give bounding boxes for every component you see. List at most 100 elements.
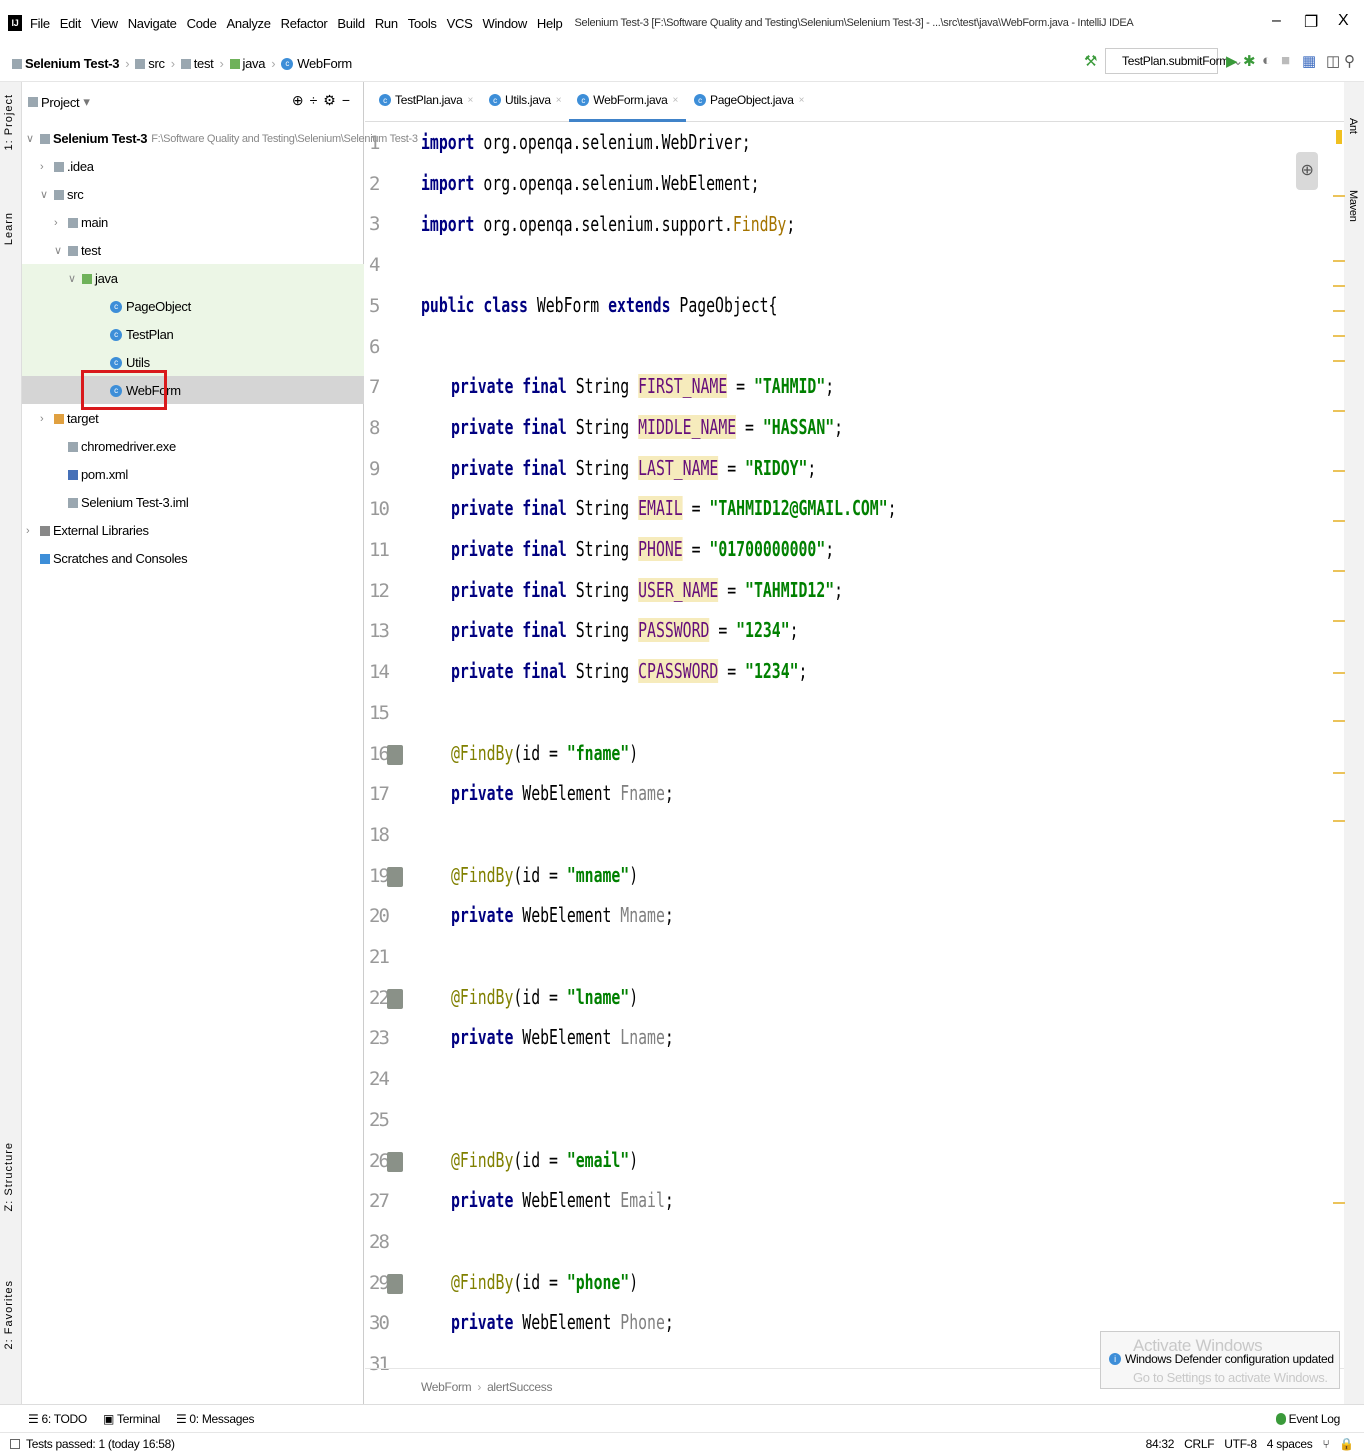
tree-item-src[interactable]: ∨ src	[40, 182, 84, 208]
tests-status[interactable]: Tests passed: 1 (today 16:58)	[26, 1437, 175, 1451]
menu-navigate[interactable]: Navigate	[128, 16, 177, 31]
expand-arrow-icon[interactable]: ∨	[40, 182, 54, 208]
close-icon[interactable]: ×	[556, 95, 562, 106]
todo-tool-button[interactable]: ☰ 6: TODO	[28, 1412, 87, 1426]
nav-crumb-project[interactable]: Selenium Test-3	[12, 56, 120, 71]
reader-mode-icon[interactable]: ⊕	[1296, 152, 1318, 190]
error-stripe-marker[interactable]	[1333, 285, 1345, 287]
line-number[interactable]: 23	[369, 1027, 409, 1049]
tree-item-testplan[interactable]: c TestPlan	[96, 322, 174, 348]
close-icon[interactable]: ×	[799, 95, 805, 106]
line-number[interactable]: 9	[369, 458, 409, 480]
error-stripe-marker[interactable]	[1333, 360, 1345, 362]
file-encoding[interactable]: UTF-8	[1224, 1437, 1257, 1451]
event-log-button[interactable]: Event Log	[1275, 1412, 1340, 1426]
coverage-icon[interactable]: ◐	[1262, 52, 1271, 69]
tab-pageobject[interactable]: c PageObject.java ×	[686, 82, 812, 122]
line-number[interactable]: 10	[369, 498, 409, 520]
menu-refactor[interactable]: Refactor	[281, 16, 328, 31]
maximize-button[interactable]: ❐	[1304, 12, 1318, 32]
search-everywhere-icon[interactable]: ⚲	[1344, 52, 1355, 70]
implemented-marker-icon[interactable]	[387, 866, 403, 887]
error-stripe-marker[interactable]	[1333, 772, 1345, 774]
indent-setting[interactable]: 4 spaces	[1267, 1437, 1313, 1451]
learn-tool-tab[interactable]: Learn	[3, 212, 15, 245]
stop-icon[interactable]: ■	[1281, 52, 1290, 69]
project-panel-tools[interactable]: ⊕÷⚙−	[292, 92, 356, 109]
menu-window[interactable]: Window	[482, 16, 527, 31]
error-stripe-marker[interactable]	[1333, 410, 1345, 412]
line-separator[interactable]: CRLF	[1184, 1437, 1214, 1451]
structure-tool-tab[interactable]: Z: Structure	[3, 1142, 15, 1211]
line-number[interactable]: 12	[369, 580, 409, 602]
line-number[interactable]: 20	[369, 905, 409, 927]
error-stripe-marker[interactable]	[1333, 620, 1345, 622]
run-icon[interactable]: ▶	[1226, 52, 1238, 70]
line-number[interactable]: 3	[369, 213, 409, 235]
line-number[interactable]: 13	[369, 620, 409, 642]
line-number[interactable]: 11	[369, 539, 409, 561]
layout-icon[interactable]: ◫	[1326, 52, 1340, 70]
error-stripe-marker[interactable]	[1333, 672, 1345, 674]
tree-item-external-libraries[interactable]: › External Libraries	[26, 518, 149, 544]
close-button[interactable]: X	[1338, 12, 1349, 30]
project-tool-tab[interactable]: 1: Project	[3, 94, 15, 150]
breadcrumb-class[interactable]: WebForm	[421, 1380, 472, 1394]
expand-arrow-icon[interactable]: ›	[54, 210, 68, 236]
close-icon[interactable]: ×	[672, 95, 678, 106]
line-number[interactable]: 6	[369, 336, 409, 358]
expand-arrow-icon[interactable]: ∨	[26, 126, 40, 152]
tree-item-scratches-and-consoles[interactable]: Scratches and Consoles	[26, 546, 188, 572]
nav-crumb-java[interactable]: java	[229, 56, 265, 71]
line-number[interactable]: 28	[369, 1231, 409, 1253]
implemented-marker-icon[interactable]	[387, 1151, 403, 1172]
nav-crumb-src[interactable]: src	[135, 56, 165, 71]
warning-marker[interactable]	[1336, 130, 1342, 144]
line-number[interactable]: 7	[369, 376, 409, 398]
favorites-tool-tab[interactable]: 2: Favorites	[3, 1280, 15, 1349]
menu-help[interactable]: Help	[537, 16, 563, 31]
line-number[interactable]: 18	[369, 824, 409, 846]
tree-item-java[interactable]: ∨ java	[68, 266, 118, 292]
expand-arrow-icon[interactable]: ›	[40, 406, 54, 432]
implemented-marker-icon[interactable]	[387, 1273, 403, 1294]
tab-utils[interactable]: c Utils.java ×	[481, 82, 569, 122]
ant-tool-tab[interactable]: Ant	[1347, 118, 1359, 134]
tree-item-pageobject[interactable]: c PageObject	[96, 294, 191, 320]
error-stripe-marker[interactable]	[1333, 520, 1345, 522]
error-stripe-marker[interactable]	[1333, 310, 1345, 312]
tree-item-selenium-test-3-iml[interactable]: Selenium Test-3.iml	[54, 490, 189, 516]
code-editor[interactable]: import org.openqa.selenium.WebDriver; im…	[413, 122, 1343, 1368]
tab-testplan[interactable]: c TestPlan.java ×	[371, 82, 481, 122]
tree-item-test[interactable]: ∨ test	[54, 238, 101, 264]
status-checkbox-icon[interactable]	[10, 1438, 20, 1449]
menu-build[interactable]: Build	[337, 16, 365, 31]
menu-file[interactable]: File	[30, 16, 50, 31]
notification-popup[interactable]: Activate Windows i Windows Defender conf…	[1100, 1331, 1340, 1389]
line-number[interactable]: 15	[369, 702, 409, 724]
tree-item--idea[interactable]: › .idea	[40, 154, 94, 180]
menu-run[interactable]: Run	[375, 16, 398, 31]
maven-tool-tab[interactable]: Maven	[1347, 190, 1359, 222]
menu-vcs[interactable]: VCS	[447, 16, 473, 31]
line-number[interactable]: 21	[369, 946, 409, 968]
expand-arrow-icon[interactable]: ›	[26, 518, 40, 544]
project-view-selector[interactable]: Project	[41, 95, 80, 110]
line-number[interactable]: 1	[369, 132, 409, 154]
error-stripe-marker[interactable]	[1333, 1202, 1345, 1204]
menu-analyze[interactable]: Analyze	[227, 16, 271, 31]
build-hammer-icon[interactable]: ⚒	[1084, 52, 1097, 70]
tree-item-main[interactable]: › main	[54, 210, 108, 236]
error-stripe-marker[interactable]	[1333, 195, 1345, 197]
line-number[interactable]: 2	[369, 173, 409, 195]
lock-icon[interactable]: 🔒	[1339, 1437, 1354, 1451]
menu-tools[interactable]: Tools	[408, 16, 437, 31]
expand-arrow-icon[interactable]: ›	[40, 154, 54, 180]
menu-view[interactable]: View	[91, 16, 118, 31]
breadcrumb-method[interactable]: alertSuccess	[487, 1380, 552, 1394]
menu-code[interactable]: Code	[187, 16, 217, 31]
tree-item-chromedriver-exe[interactable]: chromedriver.exe	[54, 434, 176, 460]
error-stripe-marker[interactable]	[1333, 260, 1345, 262]
line-number[interactable]: 4	[369, 254, 409, 276]
cursor-position[interactable]: 84:32	[1146, 1437, 1175, 1451]
